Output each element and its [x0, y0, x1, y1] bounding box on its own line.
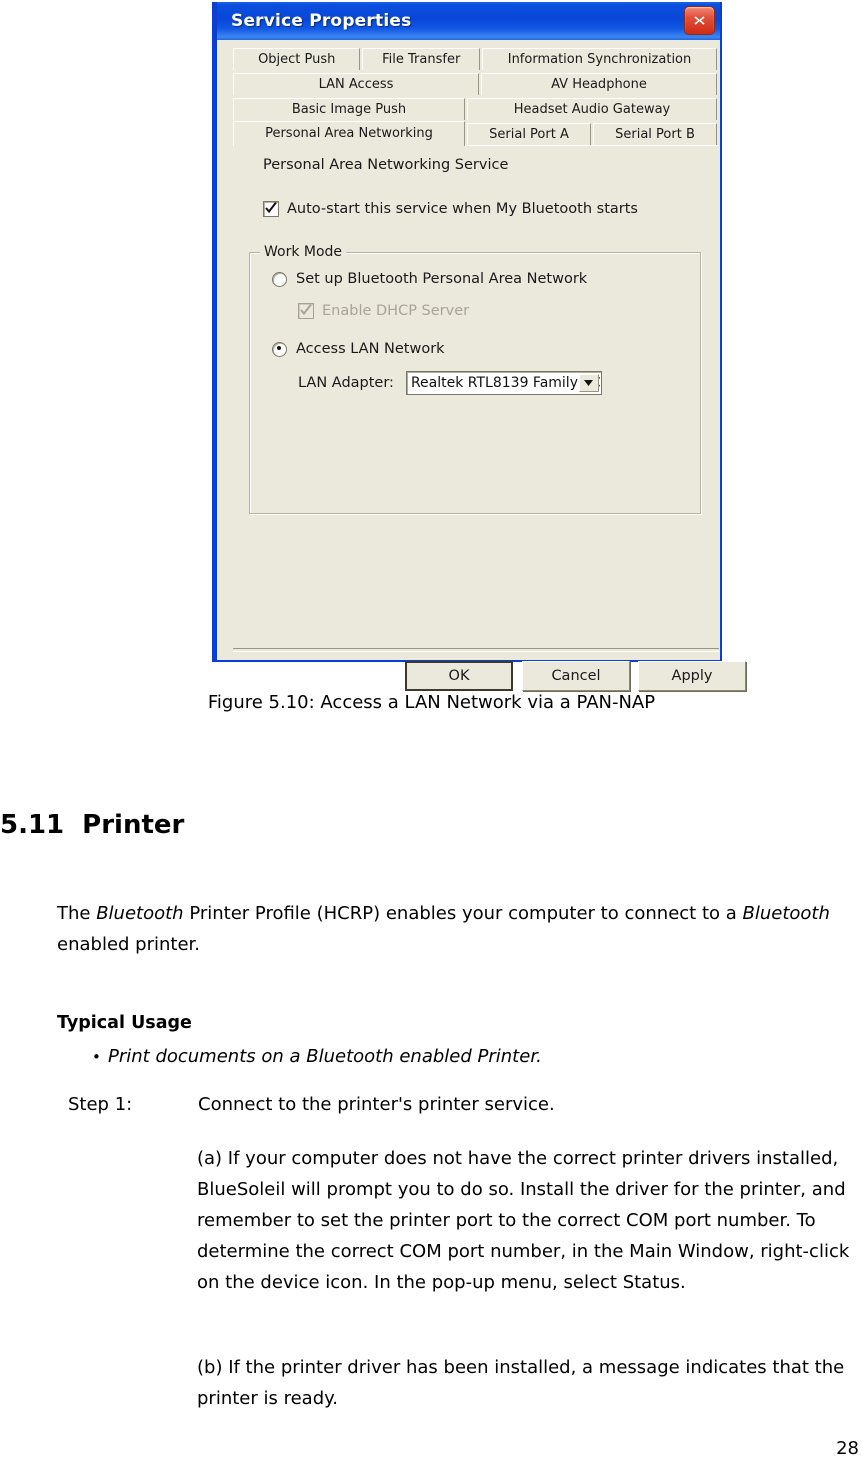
tab-basic-image-push[interactable]: Basic Image Push	[233, 98, 465, 120]
tab-label: Information Synchronization	[507, 52, 692, 67]
intro-part3: enabled printer.	[57, 934, 200, 955]
paragraph-a: (a) If your computer does not have the c…	[197, 1148, 850, 1293]
tab-label: AV Headphone	[551, 77, 647, 92]
step-text: Connect to the printer's printer service…	[198, 1094, 555, 1115]
radio-icon[interactable]	[272, 271, 287, 287]
tab-headset-audio-gateway[interactable]: Headset Audio Gateway	[467, 98, 717, 120]
intro-em2: Bluetooth	[742, 903, 830, 924]
service-title: Personal Area Networking Service	[263, 157, 509, 173]
bullet-icon: •	[92, 1048, 101, 1066]
page-title: 5.11 Printer	[0, 810, 184, 840]
list-item-text: Print documents on a Bluetooth enabled P…	[108, 1046, 542, 1067]
tab-serial-port-a[interactable]: Serial Port A	[467, 123, 591, 145]
lan-adapter-row: LAN Adapter: Realtek RTL8139 Family PCI …	[298, 371, 602, 395]
tab-strip: Object Push File Transfer Information Sy…	[233, 48, 719, 146]
typical-usage-heading: Typical Usage	[57, 1013, 192, 1033]
cancel-button[interactable]: Cancel	[522, 661, 630, 691]
lan-adapter-combobox[interactable]: Realtek RTL8139 Family PCI F	[405, 371, 602, 395]
dialog-titlebar[interactable]: Service Properties	[217, 2, 720, 40]
tab-information-synchronization[interactable]: Information Synchronization	[481, 48, 717, 70]
list-item: • Print documents on a Bluetooth enabled…	[92, 1046, 542, 1067]
checkbox-enable-dhcp-server: Enable DHCP Server	[298, 303, 469, 319]
tab-row-1: Object Push File Transfer Information Sy…	[233, 48, 719, 72]
radio-icon[interactable]	[272, 341, 287, 357]
tab-personal-area-networking[interactable]: Personal Area Networking	[233, 121, 465, 146]
radio-setup-bluetooth-pan[interactable]: Set up Bluetooth Personal Area Network	[272, 271, 587, 287]
lan-adapter-label: LAN Adapter:	[298, 375, 394, 391]
radio-label: Set up Bluetooth Personal Area Network	[296, 271, 588, 287]
ok-button[interactable]: OK	[405, 661, 513, 691]
radio-access-lan-network[interactable]: Access LAN Network	[272, 341, 445, 357]
dialog-button-bar: OK Cancel Apply	[217, 648, 746, 698]
radio-selected-dot	[276, 346, 281, 350]
apply-button[interactable]: Apply	[638, 661, 746, 691]
close-icon[interactable]	[684, 6, 715, 35]
section-title: Printer	[82, 810, 185, 840]
intro-part1: The	[57, 903, 97, 924]
intro-part2: Printer Profile (HCRP) enables your comp…	[183, 903, 743, 924]
lan-adapter-value: Realtek RTL8139 Family PCI F	[410, 375, 601, 391]
tab-file-transfer[interactable]: File Transfer	[362, 48, 480, 70]
tab-label: Object Push	[258, 52, 336, 67]
autostart-label: Auto-start this service when My Bluetoot…	[287, 201, 638, 217]
figure-caption: Figure 5.10: Access a LAN Network via a …	[207, 692, 656, 713]
intro-em1: Bluetooth	[96, 903, 184, 924]
step-row: Step 1: Connect to the printer's printer…	[68, 1094, 848, 1115]
paragraph-b: (b) If the printer driver has been insta…	[197, 1357, 845, 1409]
tab-label: Serial Port B	[615, 127, 695, 142]
tab-row-2: LAN Access AV Headphone	[233, 73, 719, 97]
tab-page-personal-area-networking: Personal Area Networking Service Auto-st…	[233, 147, 719, 627]
tab-label: Serial Port A	[489, 127, 569, 142]
tab-serial-port-b[interactable]: Serial Port B	[593, 123, 717, 145]
chevron-down-icon[interactable]	[578, 374, 599, 392]
service-properties-dialog: Service Properties Object Push File Tran…	[212, 2, 746, 691]
checkbox-icon	[298, 303, 314, 319]
tab-object-push[interactable]: Object Push	[233, 48, 361, 70]
tab-lan-access[interactable]: LAN Access	[233, 73, 479, 95]
tab-av-headphone[interactable]: AV Headphone	[481, 73, 717, 95]
checkbox-label: Enable DHCP Server	[322, 303, 470, 319]
work-mode-legend: Work Mode	[260, 244, 347, 260]
dialog-body: Object Push File Transfer Information Sy…	[217, 40, 746, 691]
checkbox-icon[interactable]	[263, 201, 279, 217]
tab-row-3: Basic Image Push Headset Audio Gateway	[233, 98, 719, 122]
dialog-title: Service Properties	[231, 11, 412, 31]
tab-label: Headset Audio Gateway	[513, 102, 671, 117]
tab-label: Personal Area Networking	[265, 126, 433, 141]
page-number: 28	[836, 1438, 859, 1459]
section-number: 5.11	[0, 810, 65, 840]
tab-label: File Transfer	[382, 52, 461, 67]
tab-label: Basic Image Push	[291, 102, 407, 117]
work-mode-groupbox: Work Mode Set up Bluetooth Personal Area…	[249, 244, 701, 514]
tab-label: LAN Access	[318, 77, 394, 92]
radio-label: Access LAN Network	[296, 341, 445, 357]
autostart-checkbox-row[interactable]: Auto-start this service when My Bluetoot…	[263, 201, 638, 217]
step-label: Step 1:	[68, 1094, 133, 1115]
tab-row-4: Personal Area Networking Serial Port A S…	[233, 121, 719, 147]
divider	[233, 648, 719, 652]
intro-paragraph: The Bluetooth Printer Profile (HCRP) ena…	[57, 898, 863, 960]
